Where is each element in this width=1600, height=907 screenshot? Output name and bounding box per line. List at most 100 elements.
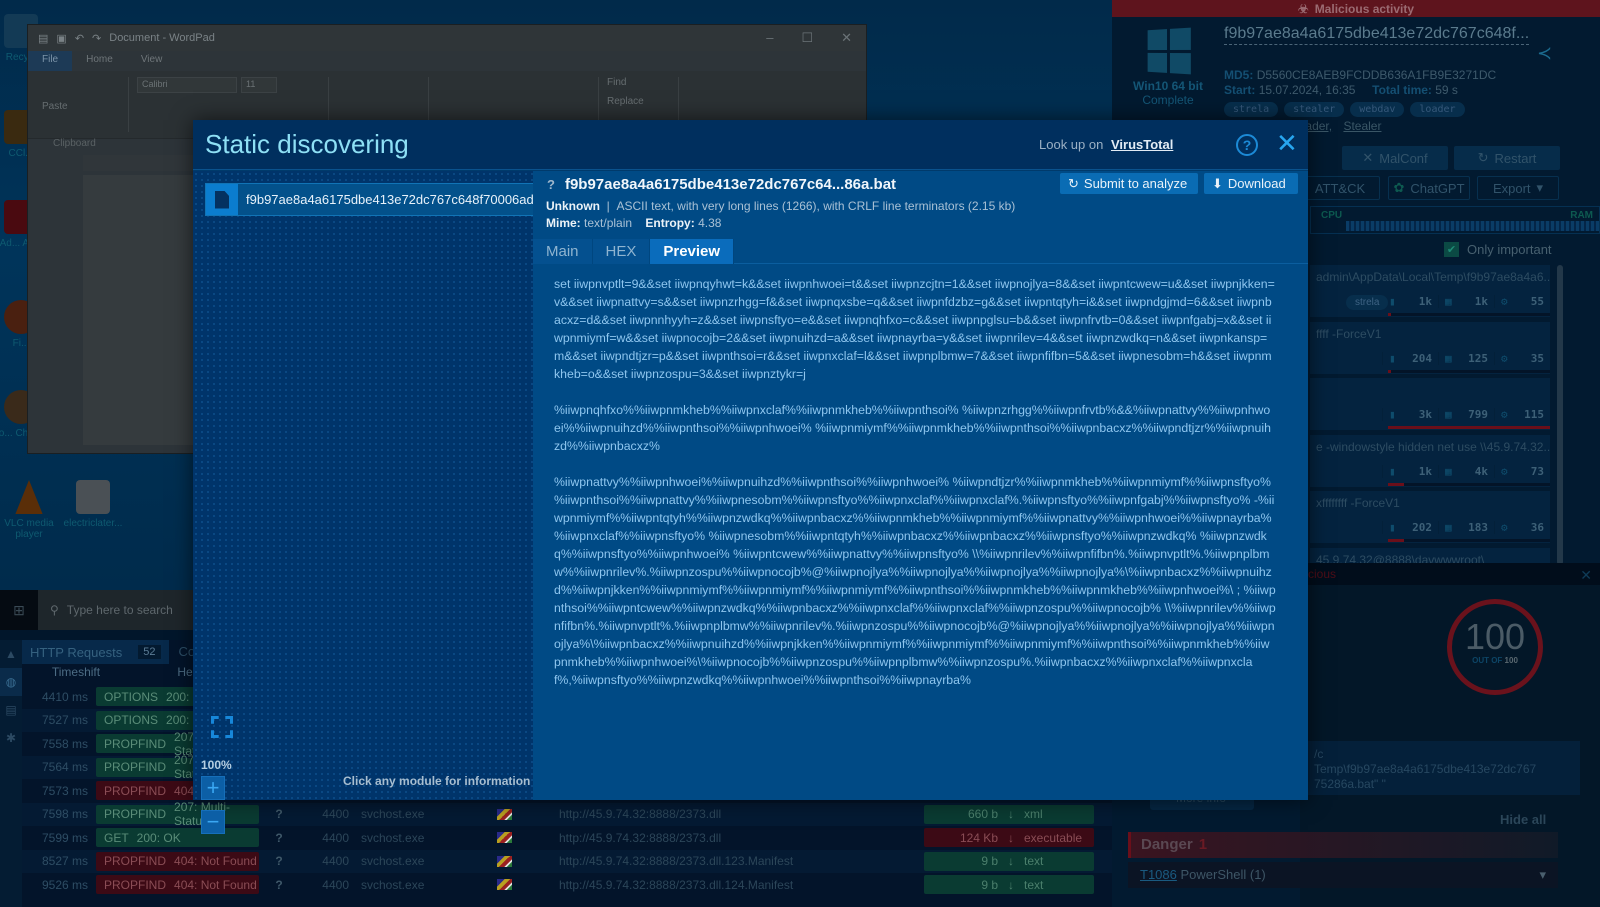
bug-icon[interactable]: ✱ [0,724,22,752]
desktop-icon-vlc[interactable]: VLC media player [0,480,64,540]
http-request-row[interactable]: 9526 ms PROPFIND 404: Not Found? 4400 svchos… [22,873,1112,897]
module-tree-panel: f9b97ae8a4a6175dbe413e72dc767c648f70006a… [193,171,535,834]
ribbon-tabs: File Home View [28,51,866,71]
process-item[interactable]: ffff -ForceV1 ▮ 204 ▦ 125 ⚙ 35 [1310,322,1550,374]
request-url[interactable]: http://45.9.74.32:8888/2373.dll.123.Mani… [529,854,924,868]
http-request-row[interactable]: 8527 ms PROPFIND 404: Not Found? 4400 svchos… [22,849,1112,873]
process-item[interactable]: e -windowstyle hidden net use \\45.9.74.… [1310,435,1550,487]
undo-icon[interactable]: ↶ [75,32,84,45]
process-item[interactable]: xffffffff -ForceV1 ▮ 202 ▦ 183 ⚙ 36 [1310,491,1550,543]
windows-logo-icon [1147,27,1191,75]
files-stat: ▮ 3k [1382,407,1438,421]
share-icon[interactable]: ≺ [1537,43,1552,64]
chatgpt-button[interactable]: ✿ ChatGPT [1388,176,1470,200]
malicious-banner: ☣ Malicious activity [1112,0,1600,17]
malconf-button[interactable]: ✕ MalConf [1342,146,1448,170]
process-stats: ▮ 204 ▦ 125 ⚙ 35 [1310,346,1550,370]
download-button[interactable]: ⬇ Download [1204,173,1298,194]
document-icon [206,184,238,215]
ribbon-tab-view[interactable]: View [127,51,177,71]
zoom-in-button[interactable]: + [201,776,225,800]
tag[interactable]: loader [1410,102,1465,117]
tag[interactable]: stealer [1284,102,1345,117]
column-timeshift[interactable]: Timeshift [22,665,130,685]
submit-to-analyze-button[interactable]: ↻ Submit to analyze [1060,173,1198,194]
gear-icon: ⚙ [1501,407,1508,421]
tag[interactable]: strela [1224,102,1279,117]
font-size-select[interactable]: 11 [241,77,277,93]
process-command: admin\AppData\Local\Temp\f9b97ae8a4a6... [1316,270,1550,284]
globe-icon[interactable]: ◍ [0,668,22,696]
hide-all-button[interactable]: Hide all [1500,812,1546,827]
request-status-badge: PROPFIND404: Not Found [96,851,259,871]
report-summary: Win10 64 bit Complete f9b97ae8a4a6175dbe… [1112,17,1600,117]
request-url[interactable]: http://45.9.74.32:8888/2373.dll.124.Mani… [529,878,924,892]
desktop-icon-image-file[interactable]: electriclater... [58,480,128,529]
minimize-button[interactable]: – [766,30,773,46]
reputation-unknown-icon: ? [275,854,283,869]
process-item[interactable]: ▮ 3k ▦ 799 ⚙ 115 [1310,378,1550,430]
timeshift: 7527 ms [41,713,88,728]
request-status-badge: PROPFIND207: Multi-Status [96,800,259,828]
save-icon[interactable]: ▣ [56,32,66,45]
mime-value: text/plain [584,216,633,230]
paste-button[interactable]: Paste [42,101,120,112]
replace-button[interactable]: Replace [607,96,670,107]
file-icon[interactable]: ▤ [0,696,22,724]
request-url[interactable]: http://45.9.74.32:8888/2373.dll [529,831,924,845]
task-hash[interactable]: f9b97ae8a4a6175dbe413e72dc767c648f... [1224,25,1530,45]
process-activity-bar [1388,313,1550,316]
close-icon[interactable]: ✕ [1580,567,1592,583]
find-button[interactable]: Find [607,77,670,88]
virustotal-link[interactable]: VirusTotal [1111,137,1173,152]
tab-http-requests[interactable]: HTTP Requests 52 [22,640,169,664]
close-window-button[interactable]: ✕ [841,30,852,46]
chevron-down-icon[interactable]: ▾ [1539,867,1546,883]
reputation-unknown-icon: ? [275,807,283,822]
redo-icon[interactable]: ↷ [92,32,101,45]
ribbon-tab-home[interactable]: Home [72,51,127,71]
document-area[interactable] [83,175,193,445]
attck-button[interactable]: ATT&CK [1300,176,1380,200]
start-button[interactable]: ⊞ [0,590,38,630]
files-stat: ▮ 1k [1382,464,1438,478]
technique-id-link[interactable]: T1086 [1140,867,1177,882]
process-name: svchost.exe [361,877,425,892]
module-file-node[interactable]: f9b97ae8a4a6175dbe413e72dc767c648f70006a… [205,183,535,216]
process-item[interactable]: admin\AppData\Local\Temp\f9b97ae8a4a6...… [1310,265,1550,317]
taskbar-search[interactable]: ⚲ Type here to search [38,590,198,630]
danger-section-header[interactable]: Danger 1 [1128,832,1558,858]
timeshift: 9526 ms [41,877,88,892]
process-tag[interactable]: strela [1346,295,1389,310]
restart-button[interactable]: ↻ Restart [1454,146,1560,170]
file-mime-line: Mime: text/plain Entropy: 4.38 [546,216,722,230]
http-request-row[interactable]: 7599 ms GET 200: OK? 4400 svchost.exe http://… [22,826,1112,850]
verdict-header: cious ✕ [1300,563,1600,585]
font-family-select[interactable]: Calibri [137,77,237,93]
help-icon[interactable]: ? [1236,134,1258,156]
request-url[interactable]: http://45.9.74.32:8888/2373.dll [529,807,924,821]
only-important-toggle[interactable]: ✔ Only important [1444,242,1552,257]
http-request-row[interactable]: 7598 ms PROPFIND 207: Multi-Status? 4400 svc… [22,800,1112,828]
close-dialog-button[interactable]: ✕ [1276,130,1298,156]
collapse-arrow-icon[interactable]: ▲ [0,640,22,668]
zoom-level: 100% [201,758,232,772]
tracker-link-stealer[interactable]: Stealer [1343,119,1381,133]
fullscreen-icon[interactable] [211,716,233,738]
export-button[interactable]: Export ▾ [1477,176,1559,200]
os-name: Win10 64 bit [1133,79,1203,93]
tab-preview[interactable]: Preview [650,239,735,264]
modules-stat: ⚙ 36 [1494,520,1550,534]
zoom-out-button[interactable]: − [201,810,225,834]
tab-main[interactable]: Main [533,239,593,264]
process-list-scrollbar[interactable] [1557,265,1563,565]
maximize-button[interactable]: ☐ [801,30,813,46]
process-command [1310,378,1550,402]
ribbon-tab-file[interactable]: File [28,51,73,71]
md5-value: D5560CE8AEB9FCDDB636A1FB9E3271DC [1256,68,1497,82]
technique-row[interactable]: T1086 PowerShell (1) ▾ [1128,862,1558,888]
registry-icon: ▦ [1445,464,1452,478]
tag[interactable]: webdav [1350,102,1405,117]
start-line: Start: 15.07.2024, 16:35 Total time: 59 … [1224,83,1458,97]
tab-hex[interactable]: HEX [592,239,651,264]
